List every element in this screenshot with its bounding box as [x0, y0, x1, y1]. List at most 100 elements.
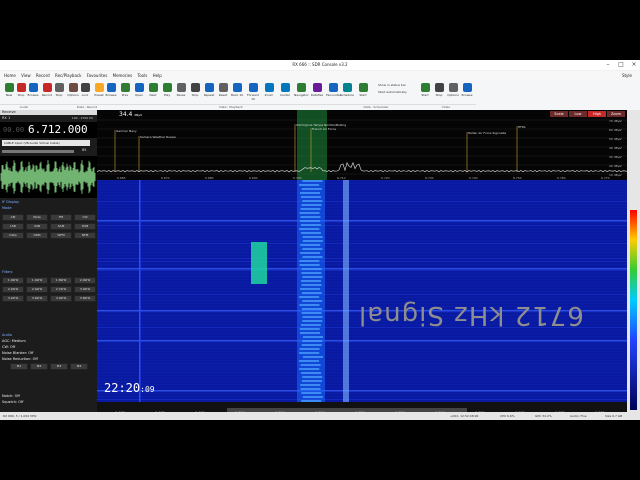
memory-button-m2[interactable]: M2 — [30, 363, 48, 370]
filter-button-1-4khz[interactable]: 1.4kHz — [26, 277, 48, 284]
frequency-scale[interactable]: 6.6606.6706.6806.6906.7006.7106.7206.730… — [97, 402, 627, 412]
mode-button-cw[interactable]: CW — [74, 214, 96, 221]
filter-button-2-4khz[interactable]: 2.4kHz — [26, 286, 48, 293]
ribbon-button-stop[interactable]: Stop — [432, 82, 446, 104]
station-annotation[interactable]: HFDL — [518, 125, 526, 129]
close-icon[interactable]: × — [628, 60, 640, 70]
filter-button-4-0khz[interactable]: 4.0kHz — [50, 295, 72, 302]
menu-help[interactable]: Help — [153, 71, 162, 80]
waterfall-graph[interactable] — [97, 180, 627, 402]
menu-tools[interactable]: Tools — [137, 71, 147, 80]
agc-setting[interactable]: AGC: Medium — [2, 339, 26, 343]
ribbon-button-open[interactable]: Open — [132, 82, 146, 104]
waterfall-signal-trace — [300, 244, 320, 246]
station-annotation[interactable]: Samara Weather Russia — [140, 135, 176, 139]
ribbon-button-browse[interactable]: Browse — [26, 82, 40, 104]
ribbon-button-pause[interactable]: Pause — [174, 82, 188, 104]
frequency-display[interactable]: 00.00 6.712.000 — [0, 122, 97, 138]
ribbon-button-lock[interactable]: Lock — [78, 82, 92, 104]
mode-button-data[interactable]: Data — [2, 232, 24, 239]
menu-rec-playback[interactable]: Rec/Playback — [55, 71, 81, 80]
notch-setting[interactable]: Notch: Off — [2, 394, 20, 398]
noise-reduction-setting[interactable]: Noise Reduction: Off — [2, 357, 38, 361]
spectrum-graph[interactable]: 70 dBµV 60 dBµV 50 dBµV 40 dBµV 30 dBµV 20 dB… — [97, 110, 627, 180]
squelch-setting[interactable]: Squelch: Off — [2, 400, 23, 404]
cw-setting[interactable]: CW: Off — [2, 345, 15, 349]
rx-passband[interactable] — [297, 110, 327, 180]
mode-button-usb[interactable]: USB — [26, 223, 48, 230]
mode-button-am[interactable]: AM — [2, 214, 24, 221]
ribbon-button-reset[interactable]: Reset — [216, 82, 230, 104]
station-annotation[interactable]: French Air Force — [312, 127, 336, 131]
spectrum-tab-scale[interactable]: Scale — [550, 111, 568, 117]
show-in-status-bar-check[interactable]: Show in status bar — [378, 83, 406, 87]
level-color-bar[interactable] — [627, 110, 640, 412]
ribbon-button-favourites[interactable]: Favourites — [326, 82, 340, 104]
waterfall-signal-trace — [299, 360, 319, 362]
waterfall-display[interactable] — [97, 180, 627, 402]
mode-button-sam[interactable]: SAM — [50, 223, 72, 230]
menu-record[interactable]: Record — [36, 71, 50, 80]
menu-memories[interactable]: Memories — [113, 71, 133, 80]
station-annotation[interactable]: Italian Air Force Sigonella — [468, 131, 506, 135]
mode-button-lsb[interactable]: LSB — [2, 223, 24, 230]
minimize-icon[interactable]: – — [602, 60, 614, 70]
memory-button-m4[interactable]: M4 — [70, 363, 88, 370]
ribbon-button-schedule[interactable]: Schedule — [340, 82, 354, 104]
ribbon-button-options[interactable]: Options — [446, 82, 460, 104]
spectrum-tab-zoom[interactable]: Zoom — [607, 111, 625, 117]
spectrum-tab-high[interactable]: High — [588, 111, 606, 117]
filter-button-3-2khz[interactable]: 3.2kHz — [2, 295, 24, 302]
menu-view[interactable]: View — [21, 71, 31, 80]
ribbon-button-stop[interactable]: Stop — [188, 82, 202, 104]
audio-waveform — [0, 156, 97, 198]
waterfall-noise-line — [97, 345, 627, 346]
menu-home[interactable]: Home — [4, 71, 16, 80]
ribbon-button-zoom[interactable]: Zoom — [262, 82, 276, 104]
ribbon-button-start[interactable]: Start — [356, 82, 370, 104]
ribbon-button-browse[interactable]: Browse — [460, 82, 474, 104]
spectrum-display[interactable]: 70 dBµV 60 dBµV 50 dBµV 40 dBµV 30 dBµV 20 dB… — [97, 110, 627, 180]
filter-button-3-0khz[interactable]: 3.0kHz — [74, 286, 96, 293]
ribbon-button-next[interactable]: Next — [146, 82, 160, 104]
ribbon-button-browse[interactable]: Browse — [104, 82, 118, 104]
mode-button-wfm[interactable]: WFM — [50, 232, 72, 239]
filter-button-1-8khz[interactable]: 1.8kHz — [50, 277, 72, 284]
waterfall-signal-trace — [302, 256, 322, 258]
memory-button-m3[interactable]: M3 — [50, 363, 68, 370]
start-automatically-check[interactable]: Start automatically — [378, 90, 407, 94]
filter-button-3-6khz[interactable]: 3.6kHz — [26, 295, 48, 302]
volume-slider[interactable] — [2, 150, 74, 153]
mode-button-dsb[interactable]: DSB — [74, 223, 96, 230]
maximize-icon[interactable]: □ — [615, 60, 627, 70]
waterfall-signal-trace — [301, 324, 321, 326]
mode-button-wide[interactable]: Wide — [26, 214, 48, 221]
ribbon-button-prev[interactable]: Prev — [118, 82, 132, 104]
mode-button-drm[interactable]: DRM — [26, 232, 48, 239]
ribbon-button-forward-10[interactable]: Forward 10 — [246, 82, 260, 104]
ribbon-button-navigator[interactable]: Navigator — [294, 82, 308, 104]
ribbon-button-play[interactable]: Play — [160, 82, 174, 104]
filter-button-1-0khz[interactable]: 1.0kHz — [2, 277, 24, 284]
filter-button-2-2khz[interactable]: 2.2kHz — [2, 286, 24, 293]
mode-button-fm[interactable]: FM — [50, 214, 72, 221]
browse-icon — [29, 83, 38, 92]
style-selector[interactable]: Style — [622, 71, 632, 80]
filter-button-2-7khz[interactable]: 2.7kHz — [50, 286, 72, 293]
memory-button-m1[interactable]: M1 — [10, 363, 28, 370]
ribbon-button-start[interactable]: Start — [418, 82, 432, 104]
menu-favourites[interactable]: Favourites — [87, 71, 108, 80]
ribbon-button-dataflex[interactable]: Dataflex — [310, 82, 324, 104]
filter-button-3-8khz[interactable]: 3.8kHz — [74, 295, 96, 302]
mode-button-nfm[interactable]: NFM — [74, 232, 96, 239]
waterfall-signal-trace — [302, 344, 322, 346]
audio-device-select[interactable]: CABLE Input (VB-Audio Virtual Cable) — [2, 140, 90, 146]
station-annotation[interactable]: German Navy — [116, 129, 137, 133]
ribbon-button-back-10[interactable]: Back 10 — [230, 82, 244, 104]
ribbon-button-center[interactable]: Center — [278, 82, 292, 104]
filter-button-2-0khz[interactable]: 2.0kHz — [74, 277, 96, 284]
ribbon-button-repeat[interactable]: Repeat — [202, 82, 216, 104]
ribbon-button-stop[interactable]: Stop — [52, 82, 66, 104]
noise-blanker-setting[interactable]: Noise Blanker: Off — [2, 351, 33, 355]
spectrum-tab-low[interactable]: Low — [569, 111, 587, 117]
